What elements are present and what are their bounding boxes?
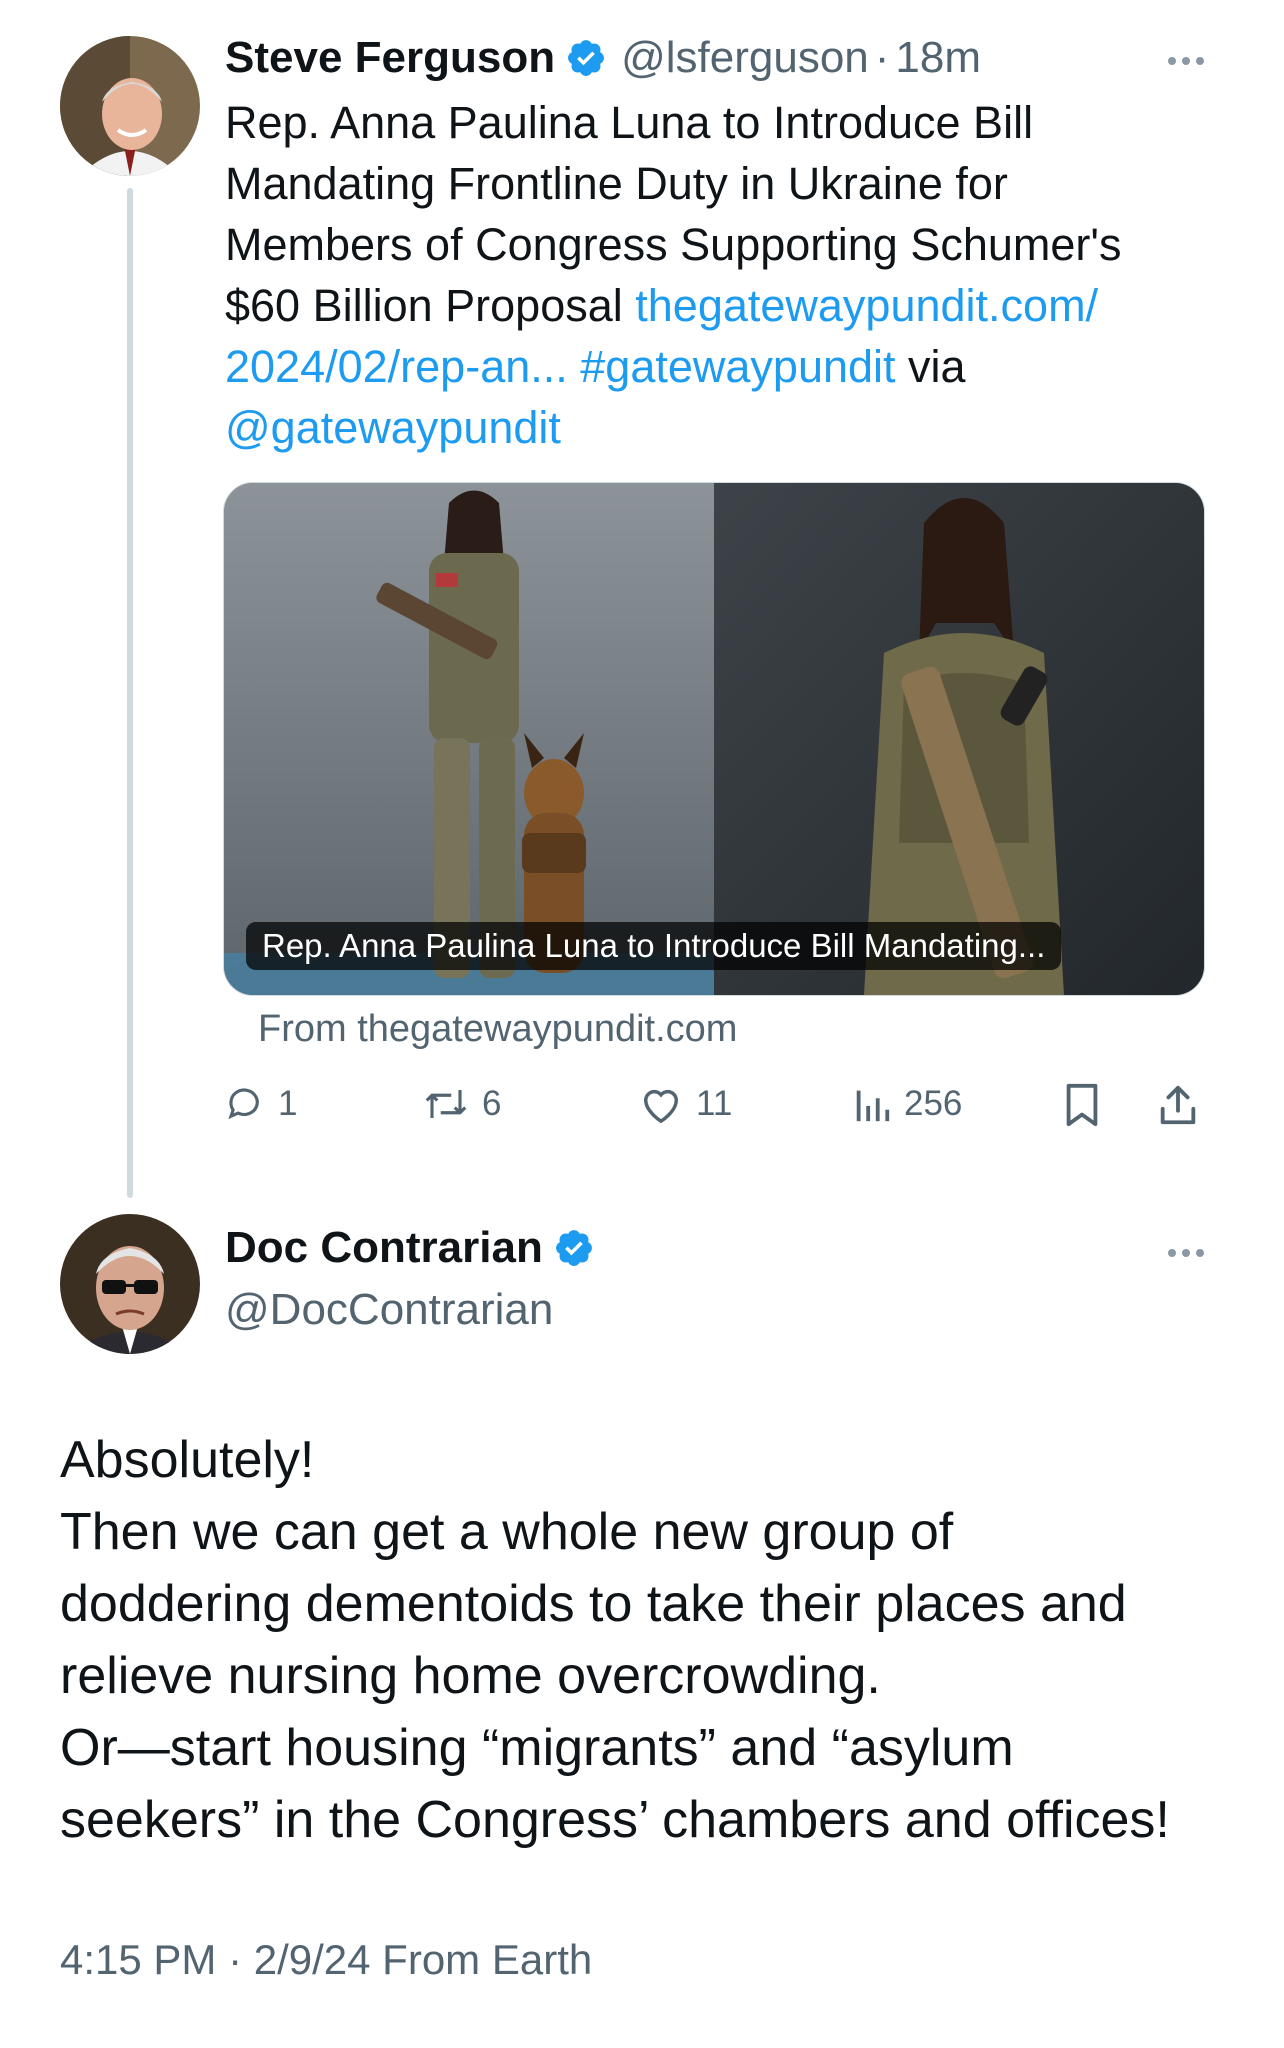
reply-icon [228,1088,259,1120]
mention-link[interactable]: @gatewaypundit [225,402,561,453]
author-handle[interactable]: @DocContrarian [225,1282,553,1338]
share-button[interactable] [1156,1082,1200,1133]
tweet-text-line: Rep. Anna Paulina Luna to Introduce Bill [225,97,1034,148]
reply-count: 1 [278,1084,298,1123]
tweet2-body: Absolutely! Then we can get a whole new … [60,1424,1250,1856]
more-icon[interactable] [1168,52,1210,70]
tweet2-header: Doc Contrarian [225,1220,595,1276]
verified-badge-icon[interactable] [565,37,607,79]
body-line: relieve nursing home overcrowding. [60,1647,881,1705]
bookmark-button[interactable] [1062,1082,1102,1133]
views-count: 256 [904,1084,963,1123]
tweet1-header: Steve Ferguson @lsferguson · 18m [225,30,981,86]
tweet-text-line: Mandating Frontline Duty in Ukraine for [225,158,1008,209]
views-button[interactable]: 256 [852,1082,962,1126]
post-time[interactable]: 18m [895,30,981,86]
thread-line [127,188,133,1198]
like-button[interactable]: 11 [638,1082,732,1126]
body-line: Or—start housing “migrants” and “asylum [60,1719,1014,1777]
verified-badge-icon[interactable] [553,1227,595,1269]
card-source[interactable]: From thegatewaypundit.com [258,1004,737,1054]
card-caption: Rep. Anna Paulina Luna to Introduce Bill… [246,922,1062,970]
tweet-text-line: $60 Billion Proposal [225,280,636,331]
author-name[interactable]: Doc Contrarian [225,1220,543,1276]
body-line: Then we can get a whole new group of [60,1503,954,1561]
link-card-image[interactable] [223,482,1205,996]
body-line: doddering dementoids to take their place… [60,1575,1127,1633]
views-icon [856,1090,890,1122]
repost-icon [425,1090,467,1118]
tweet-text-line: Members of Congress Supporting Schumer's [225,219,1122,270]
author-handle[interactable]: @lsferguson [621,30,869,86]
separator: · [874,33,890,82]
card-photo [224,483,1204,995]
article-link[interactable]: thegatewaypundit.com/ [635,280,1098,331]
post-timestamp[interactable]: 4:15 PM · 2/9/24 From Earth [60,1932,592,1988]
tweet1-text: Rep. Anna Paulina Luna to Introduce Bill… [225,92,1225,458]
hashtag-link[interactable]: #gatewaypundit [580,341,895,392]
bookmark-icon [1066,1083,1098,1127]
author-name[interactable]: Steve Ferguson [225,30,555,86]
reply-button[interactable]: 1 [224,1082,297,1126]
body-line: seekers” in the Congress’ chambers and o… [60,1791,1170,1849]
like-icon [644,1089,678,1124]
avatar-steve-ferguson[interactable] [60,36,200,176]
body-line: Absolutely! [60,1431,315,1489]
more-icon[interactable] [1168,1244,1210,1262]
share-icon [1160,1085,1196,1125]
repost-count: 6 [482,1084,502,1123]
repost-button[interactable]: 6 [422,1082,501,1126]
avatar-doc-contrarian[interactable] [60,1214,200,1354]
like-count: 11 [696,1084,733,1123]
via-text: via [895,341,966,392]
article-link-cont[interactable]: 2024/02/rep-an... [225,341,568,392]
